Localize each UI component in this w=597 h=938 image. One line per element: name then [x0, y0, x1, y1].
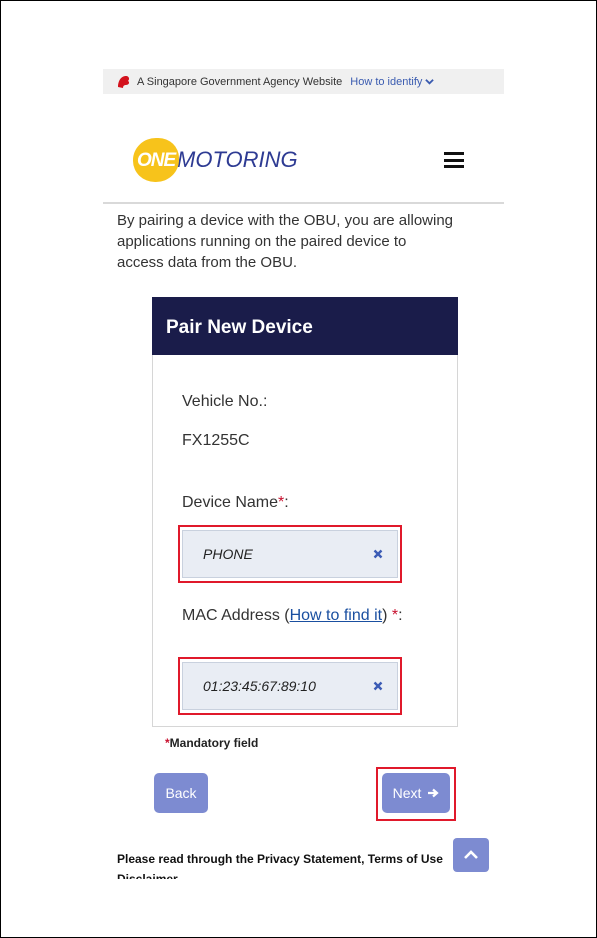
chevron-up-icon — [464, 850, 478, 859]
logo-motoring-text: MOTORING — [177, 147, 298, 172]
device-name-value: PHONE — [203, 546, 253, 562]
mac-address-value: 01:23:45:67:89:10 — [203, 678, 316, 694]
clear-x-icon[interactable] — [373, 681, 383, 691]
privacy-notice: Please read through the Privacy Statemen… — [117, 852, 443, 879]
logo-emblem: ONE — [133, 138, 179, 182]
label-colon: : — [398, 607, 403, 624]
device-name-label-text: Device Name — [182, 494, 279, 511]
pairing-intro-text: By pairing a device with the OBU, you ar… — [117, 212, 454, 271]
lion-head-icon — [118, 75, 130, 88]
device-name-input[interactable]: PHONE — [182, 530, 398, 578]
back-button-label: Back — [165, 785, 197, 801]
card-title: Pair New Device — [152, 297, 458, 355]
arrow-right-icon — [428, 788, 440, 798]
onemotoring-logo[interactable]: ONE MOTORING — [133, 138, 298, 182]
mandatory-text: Mandatory field — [169, 736, 259, 750]
how-to-identify-label: How to identify — [350, 75, 423, 88]
gov-masthead: A Singapore Government Agency Website Ho… — [103, 69, 504, 94]
gov-masthead-text: A Singapore Government Agency Website — [137, 75, 343, 88]
mac-address-label: MAC Address (How to find it) *: — [182, 606, 422, 625]
chevron-down-icon — [425, 79, 435, 85]
vehicle-no-label: Vehicle No.: — [182, 393, 268, 410]
mac-address-input[interactable]: 01:23:45:67:89:10 — [182, 662, 398, 710]
hamburger-menu-icon[interactable] — [444, 152, 464, 168]
back-button[interactable]: Back — [154, 773, 208, 813]
clear-x-icon[interactable] — [373, 549, 383, 559]
label-colon: : — [284, 494, 289, 511]
logo-one-text: ONE — [137, 150, 176, 171]
next-button[interactable]: Next — [382, 773, 450, 813]
how-to-find-it-link[interactable]: How to find it — [290, 607, 382, 624]
device-name-label: Device Name*: — [182, 494, 289, 512]
mac-label-prefix: MAC Address ( — [182, 607, 290, 624]
back-to-top-button[interactable] — [453, 838, 489, 872]
mac-label-suffix: ) — [382, 607, 388, 624]
vehicle-no-value: FX1255C — [182, 432, 250, 449]
next-button-label: Next — [392, 785, 422, 801]
how-to-identify-link[interactable]: How to identify — [350, 75, 435, 88]
site-header: ONE MOTORING — [103, 130, 504, 204]
mandatory-field-note: *Mandatory field — [165, 736, 258, 750]
